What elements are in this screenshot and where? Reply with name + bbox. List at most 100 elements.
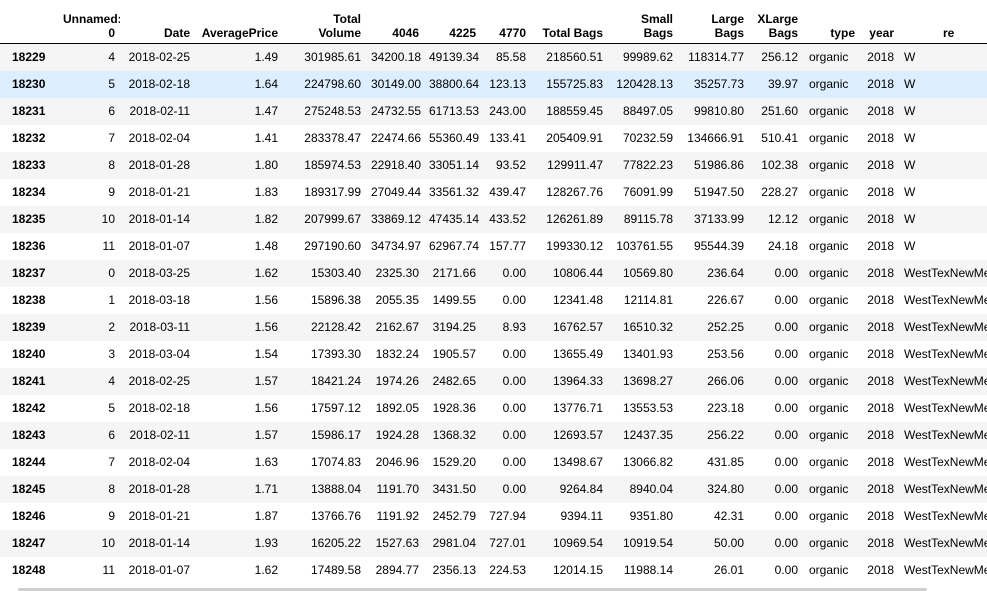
table-cell: WestTexNewMe	[904, 428, 987, 442]
table-cell: W	[904, 50, 916, 65]
table-cell: 1905.57	[432, 347, 476, 361]
table-row[interactable]: 18241 4 2018-02-25 1.57 18421.24 1974.26 2482.…	[0, 367, 987, 395]
column-header: 4046	[366, 0, 424, 44]
table-cell: 2018	[867, 320, 894, 334]
table-cell: 89115.78	[623, 212, 673, 226]
table-row[interactable]: 18243 6 2018-02-11 1.57 15986.17 1924.28 1368.…	[0, 421, 987, 449]
column-header-label: year	[869, 26, 894, 40]
table-cell: 17393.30	[310, 347, 361, 361]
table-row[interactable]: 18230 5 2018-02-18 1.64 224798.60 30149.00 388…	[0, 70, 987, 98]
table-cell: 2018-02-04	[128, 455, 190, 469]
table-cell: 12341.48	[552, 293, 603, 307]
column-header-label: Total	[333, 12, 361, 26]
table-cell: 1.63	[254, 455, 278, 469]
table-cell: 16510.32	[622, 320, 673, 334]
table-cell: 2018-01-14	[128, 536, 190, 550]
table-cell: 2018	[867, 266, 894, 280]
table-cell: 10919.54	[622, 536, 673, 550]
column-header-label: AveragePrice	[201, 26, 278, 40]
table-cell: 266.06	[707, 374, 744, 388]
column-header: Unnamed: 0	[58, 0, 120, 44]
table-cell: 9351.80	[629, 509, 673, 523]
table-row[interactable]: 18248 11 2018-01-07 1.62 17489.58 2894.77 2356…	[0, 556, 987, 584]
table-cell: organic	[809, 239, 849, 253]
row-index: 18240	[12, 347, 46, 361]
table-row[interactable]: 18247 10 2018-01-14 1.93 16205.22 1527.63 2981…	[0, 529, 987, 557]
table-row[interactable]: 18231 6 2018-02-11 1.47 275248.53 24732.55 617…	[0, 97, 987, 125]
table-cell: organic	[809, 563, 849, 577]
table-cell: 13888.04	[310, 482, 361, 496]
table-cell: 0.00	[774, 374, 798, 388]
table-cell: WestTexNewMe	[904, 266, 987, 280]
table-cell: 11	[102, 563, 115, 577]
table-cell: 0.00	[502, 482, 526, 496]
table-cell: 38800.64	[429, 77, 480, 91]
table-cell: 1191.92	[376, 509, 420, 523]
header-row: Unnamed: 0 Date AveragePrice Total Volume 4046…	[0, 0, 987, 44]
column-header-label: 0	[108, 26, 115, 40]
table-cell: 18421.24	[310, 374, 361, 388]
table-cell: 12437.35	[622, 428, 673, 442]
table-row[interactable]: 18235 10 2018-01-14 1.82 207999.67 33869.12 47…	[0, 205, 987, 233]
column-header-label: Bags	[768, 26, 798, 40]
table-cell: 2018-03-11	[129, 320, 191, 334]
table-cell: 2018-03-18	[128, 293, 190, 307]
table-row[interactable]: 18236 11 2018-01-07 1.48 297190.60 34734.97 62…	[0, 232, 987, 260]
table-cell: 439.47	[489, 185, 526, 199]
column-header-label: XLarge	[757, 12, 798, 26]
table-cell: organic	[809, 320, 849, 334]
table-cell: 15986.17	[310, 428, 361, 442]
row-index: 18239	[12, 320, 46, 334]
table-cell: 0.00	[502, 428, 526, 442]
dataframe-output: Unnamed: 0 Date AveragePrice Total Volume 4046…	[0, 0, 987, 591]
table-cell: 4	[108, 374, 115, 388]
table-cell: 39.97	[767, 77, 798, 91]
table-cell: 22128.42	[310, 320, 361, 334]
table-row[interactable]: 18233 8 2018-01-28 1.80 185974.53 22918.40 330…	[0, 151, 987, 179]
row-index: 18238	[12, 293, 46, 307]
table-cell: 431.85	[707, 455, 744, 469]
table-header: Unnamed: 0 Date AveragePrice Total Volume 4046…	[0, 0, 987, 44]
table-cell: 76091.99	[622, 185, 673, 199]
table-row[interactable]: 18245 8 2018-01-28 1.71 13888.04 1191.70 3431.…	[0, 475, 987, 503]
table-cell: 55360.49	[429, 131, 480, 145]
table-cell: 2325.30	[375, 266, 419, 280]
table-cell: 1.47	[254, 104, 278, 118]
row-index: 18243	[12, 428, 46, 442]
table-row[interactable]: 18229 4 2018-02-25 1.49 301985.61 34200.18 491…	[0, 43, 987, 71]
table-row[interactable]: 18234 9 2018-01-21 1.83 189317.99 27049.44 335…	[0, 178, 987, 206]
table-cell: 1.87	[254, 509, 278, 523]
table-cell: 8	[108, 158, 115, 172]
table-cell: W	[904, 185, 916, 199]
table-cell: 24.18	[767, 239, 798, 253]
table-cell: 2894.77	[375, 563, 419, 577]
table-cell: 256.12	[761, 50, 798, 65]
table-cell: 88497.05	[622, 104, 673, 118]
table-row[interactable]: 18237 0 2018-03-25 1.62 15303.40 2325.30 2171.…	[0, 259, 987, 287]
table-cell: 8.93	[502, 320, 526, 334]
table-cell: 2018	[867, 158, 894, 172]
table-cell: 0.00	[774, 266, 798, 280]
table-cell: 2018-02-25	[128, 50, 190, 65]
table-cell: W	[904, 77, 916, 91]
row-index: 18230	[12, 77, 46, 91]
table-cell: 13776.71	[552, 401, 603, 415]
table-cell: 99989.62	[622, 50, 673, 65]
table-cell: 0.00	[774, 536, 798, 550]
table-row[interactable]: 18242 5 2018-02-18 1.56 17597.12 1892.05 1928.…	[0, 394, 987, 422]
table-row[interactable]: 18240 3 2018-03-04 1.54 17393.30 1832.24 1905.…	[0, 340, 987, 368]
table-row[interactable]: 18238 1 2018-03-18 1.56 15896.38 2055.35 1499.…	[0, 286, 987, 314]
table-cell: 2018	[867, 131, 894, 145]
table-cell: 2018	[867, 374, 894, 388]
table-row[interactable]: 18239 2 2018-03-11 1.56 22128.42 2162.67 3194.…	[0, 313, 987, 341]
table-row[interactable]: 18244 7 2018-02-04 1.63 17074.83 2046.96 1529.…	[0, 448, 987, 476]
table-cell: 1368.32	[432, 428, 476, 442]
table-cell: 283378.47	[304, 131, 361, 145]
table-cell: W	[904, 212, 916, 226]
table-cell: 1.57	[254, 428, 278, 442]
table-row[interactable]: 18232 7 2018-02-04 1.41 283378.47 22474.66 553…	[0, 124, 987, 152]
column-header-label: 4770	[499, 26, 526, 40]
table-cell: 51986.86	[693, 158, 744, 172]
table-cell: 2018-01-21	[128, 509, 190, 523]
table-row[interactable]: 18246 9 2018-01-21 1.87 13766.76 1191.92 2452.…	[0, 502, 987, 530]
